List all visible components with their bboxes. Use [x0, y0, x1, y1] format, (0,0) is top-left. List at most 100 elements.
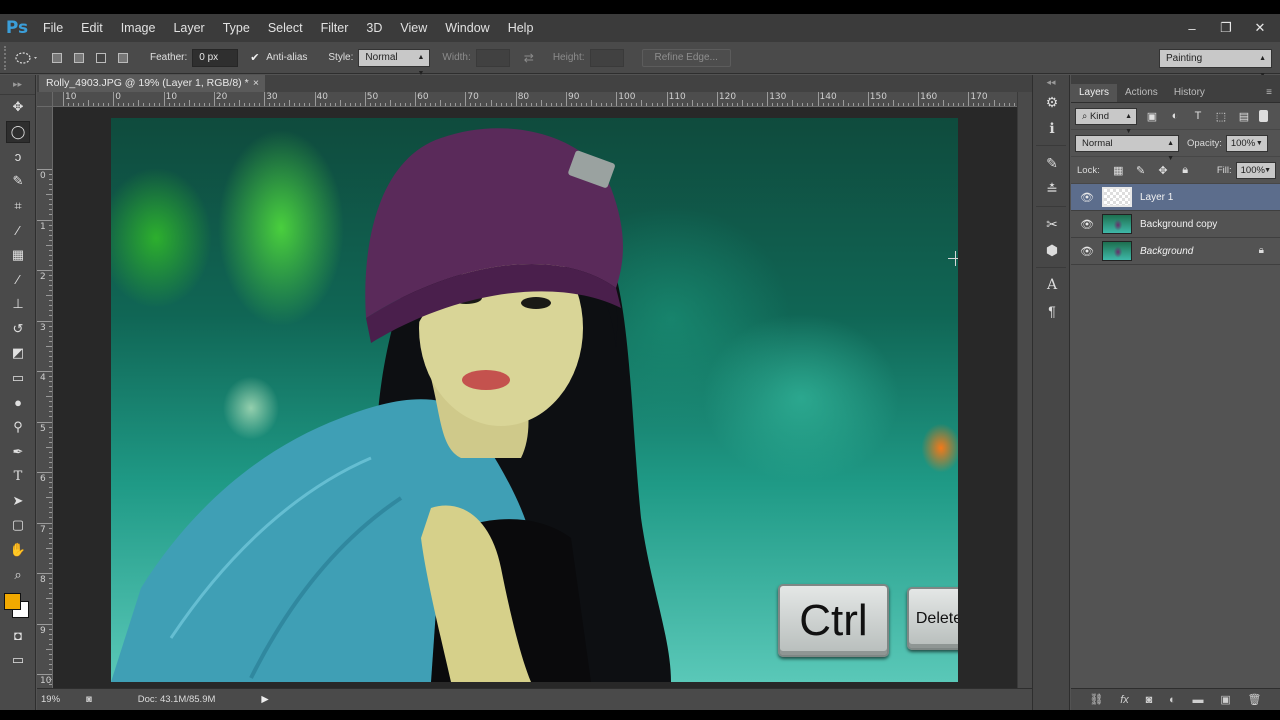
history-brush-tool[interactable]: ↺: [0, 316, 36, 341]
width-input[interactable]: [475, 48, 510, 67]
filter-kind-dropdown[interactable]: ⌕ Kind ▲ ▼: [1075, 107, 1137, 135]
lock-all-icon[interactable]: 🔒︎: [1178, 162, 1193, 178]
dodge-tool[interactable]: ⚲: [0, 415, 36, 440]
eye-icon[interactable]: 👁︎: [1077, 218, 1097, 231]
lasso-tool[interactable]: ↄ: [0, 144, 36, 169]
canvas-vertical-scrollbar[interactable]: [1017, 92, 1032, 688]
elliptical-marquee-tool[interactable]: ◯: [0, 120, 36, 145]
eye-icon[interactable]: 👁︎: [1077, 191, 1097, 204]
menu-help[interactable]: Help: [499, 14, 543, 42]
layer-row-background-copy[interactable]: 👁︎ Background copy: [1071, 211, 1280, 238]
fill-input[interactable]: 100% ▼: [1235, 161, 1276, 179]
layer-row-background[interactable]: 👁︎ Background 🔒︎: [1071, 238, 1280, 265]
swap-dimensions-icon[interactable]: ⇄: [524, 51, 534, 65]
minimize-button[interactable]: –: [1184, 20, 1200, 36]
menu-view[interactable]: View: [391, 14, 436, 42]
filter-toggle-icon[interactable]: [1259, 110, 1268, 122]
paths-panel-icon[interactable]: ✂: [1033, 211, 1071, 237]
menu-file[interactable]: File: [34, 14, 72, 42]
document-tab[interactable]: Rolly_4903.JPG @ 19% (Layer 1, RGB/8) * …: [39, 75, 265, 92]
channels-panel-icon[interactable]: ⚙: [1033, 89, 1071, 115]
intersect-selection-mode[interactable]: [114, 49, 132, 67]
trash-icon[interactable]: 🗑︎: [1248, 693, 1262, 706]
document-photo[interactable]: Ctrl Delete: [111, 118, 958, 682]
lock-pixels-icon[interactable]: ✎: [1133, 162, 1148, 178]
character-panel-icon[interactable]: A: [1033, 272, 1071, 298]
menu-type[interactable]: Type: [214, 14, 259, 42]
tab-close-button[interactable]: ×: [253, 75, 259, 92]
link-icon[interactable]: ⛓: [1089, 693, 1103, 706]
pen-tool[interactable]: ✒: [0, 439, 36, 464]
ruler-origin[interactable]: [37, 92, 53, 107]
info-panel-icon[interactable]: ℹ: [1033, 115, 1071, 141]
3d-panel-icon[interactable]: ⬢: [1033, 237, 1071, 263]
eye-icon[interactable]: 👁︎: [1077, 245, 1097, 258]
menu-window[interactable]: Window: [436, 14, 498, 42]
crop-tool[interactable]: ⌗: [0, 193, 36, 218]
quick-selection-tool[interactable]: ✎: [0, 169, 36, 194]
menu-image[interactable]: Image: [112, 14, 165, 42]
menu-select[interactable]: Select: [259, 14, 312, 42]
new-selection-mode[interactable]: [48, 49, 66, 67]
healing-brush-tool[interactable]: ▦: [0, 243, 36, 268]
rectangle-tool[interactable]: ▢: [0, 513, 36, 538]
screen-mode-button[interactable]: ▭: [0, 647, 36, 672]
status-info-icon[interactable]: ◙: [86, 694, 92, 705]
menu-filter[interactable]: Filter: [312, 14, 358, 42]
subtract-selection-mode[interactable]: [92, 49, 110, 67]
eyedropper-tool[interactable]: ⁄: [0, 218, 36, 243]
tool-presets-icon[interactable]: ✎: [1033, 150, 1071, 176]
style-dropdown[interactable]: Normal ▲ ▼: [358, 48, 431, 77]
type-tool[interactable]: T: [0, 464, 36, 489]
menu-edit[interactable]: Edit: [72, 14, 112, 42]
hand-tool[interactable]: ✋: [0, 538, 36, 563]
menu-layer[interactable]: Layer: [164, 14, 213, 42]
canvas-pasteboard[interactable]: Ctrl Delete: [53, 107, 1017, 688]
workspace-dropdown[interactable]: Painting ▲▼: [1159, 49, 1272, 79]
folder-icon[interactable]: ▬: [1193, 694, 1204, 706]
quick-mask-button[interactable]: ◘: [0, 623, 36, 648]
status-menu-arrow-icon[interactable]: ▶: [261, 694, 268, 705]
refine-edge-button[interactable]: Refine Edge...: [641, 48, 731, 67]
eraser-tool[interactable]: ◩: [0, 341, 36, 366]
adjustment-icon[interactable]: ◐: [1169, 694, 1176, 706]
feather-input[interactable]: 0 px: [192, 48, 239, 67]
new-layer-icon[interactable]: ▣: [1220, 693, 1230, 706]
zoom-level[interactable]: 19%: [41, 694, 60, 705]
tab-layers[interactable]: Layers: [1071, 84, 1118, 102]
gradient-tool[interactable]: ▭: [0, 366, 36, 391]
tab-history[interactable]: History: [1166, 84, 1213, 102]
panel-menu-icon[interactable]: ≡: [1266, 84, 1272, 102]
tab-actions[interactable]: Actions: [1117, 84, 1166, 102]
paragraph-panel-icon[interactable]: ¶: [1033, 298, 1071, 324]
lock-transparency-icon[interactable]: ▦: [1111, 162, 1126, 178]
blur-tool[interactable]: ●: [0, 390, 36, 415]
path-selection-tool[interactable]: ➤: [0, 489, 36, 514]
filter-shape-icon[interactable]: ⬚: [1213, 108, 1229, 124]
filter-pixel-icon[interactable]: ▣: [1144, 108, 1160, 124]
move-tool[interactable]: ✥: [0, 95, 36, 120]
dock-collapse-toggle[interactable]: ◂◂: [1033, 75, 1069, 89]
tool-preset-picker[interactable]: [12, 47, 42, 69]
filter-adjustment-icon[interactable]: ◐: [1167, 108, 1183, 124]
filter-smart-object-icon[interactable]: ▤: [1236, 108, 1252, 124]
options-bar-grip[interactable]: [4, 45, 12, 70]
adjustments-panel-icon[interactable]: ≛: [1033, 176, 1071, 202]
filter-type-icon[interactable]: T: [1190, 108, 1206, 124]
vertical-ruler[interactable]: 0 1 2 3 4 5 6 7 8 9 10: [37, 107, 53, 688]
restore-button[interactable]: ❐: [1218, 20, 1234, 36]
foreground-color-swatch[interactable]: [4, 592, 21, 610]
tools-collapse-toggle[interactable]: ▸▸: [0, 75, 35, 95]
layer-row-layer-1[interactable]: 👁︎ Layer 1: [1071, 184, 1280, 211]
blend-mode-dropdown[interactable]: Normal ▲ ▼: [1075, 134, 1179, 162]
opacity-input[interactable]: 100% ▼: [1225, 134, 1268, 152]
add-selection-mode[interactable]: [70, 49, 88, 67]
antialias-checkbox[interactable]: ✔: [250, 52, 262, 64]
mask-icon[interactable]: ◙: [1146, 694, 1153, 706]
brush-tool[interactable]: ⁄: [0, 267, 36, 292]
horizontal-ruler[interactable]: 10 0 10 20 30 40 50 60 70 80 90 100 110 120 130 140 150 1…: [53, 92, 1017, 107]
zoom-tool[interactable]: ⌕: [0, 562, 36, 587]
close-button[interactable]: ✕: [1252, 20, 1268, 36]
menu-3d[interactable]: 3D: [357, 14, 391, 42]
clone-stamp-tool[interactable]: ⊥: [0, 292, 36, 317]
